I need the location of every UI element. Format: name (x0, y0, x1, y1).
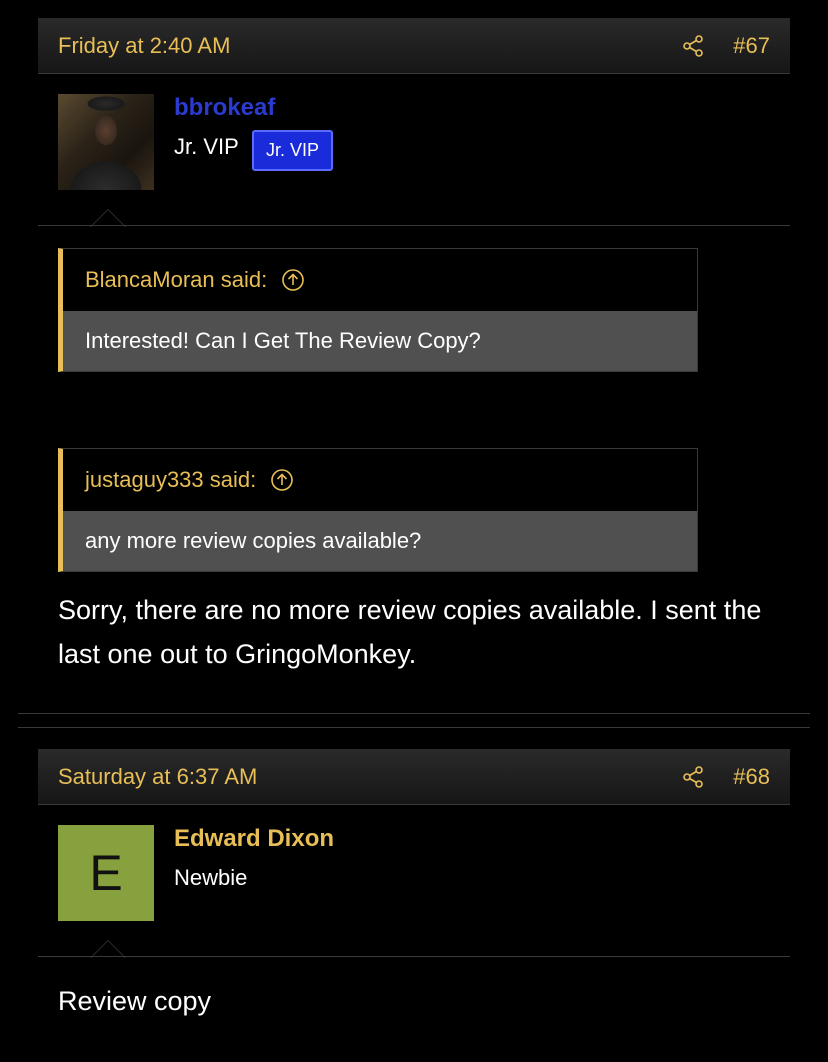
rank-badge: Jr. VIP (252, 130, 334, 171)
post-timestamp[interactable]: Friday at 2:40 AM (58, 33, 230, 59)
divider (38, 225, 790, 226)
user-title: Jr. VIP (174, 134, 239, 159)
post-header: Saturday at 6:37 AM #68 (38, 749, 790, 805)
quote-text: any more review copies available? (63, 511, 697, 571)
quote-header[interactable]: BlancaMoran said: (63, 249, 697, 311)
post-68: Saturday at 6:37 AM #68 E Edward Dixon N… (38, 749, 790, 1016)
post-67: Friday at 2:40 AM #67 bbrokeaf Jr. VIP J… (38, 18, 790, 669)
quote-block: justaguy333 said: any more review copies… (58, 448, 698, 572)
post-timestamp[interactable]: Saturday at 6:37 AM (58, 764, 257, 790)
quote-author[interactable]: BlancaMoran said: (85, 267, 267, 293)
post-separator (18, 727, 810, 728)
quote-text: Interested! Can I Get The Review Copy? (63, 311, 697, 371)
quote-author[interactable]: justaguy333 said: (85, 467, 256, 493)
post-number-link[interactable]: #68 (733, 764, 770, 790)
arrow-up-circle-icon[interactable] (270, 468, 294, 492)
post-separator (18, 713, 810, 714)
post-message: Review copy (58, 986, 212, 1016)
thread-page: Friday at 2:40 AM #67 bbrokeaf Jr. VIP J… (0, 0, 828, 1062)
avatar[interactable] (58, 94, 154, 190)
post-message: Sorry, there are no more review copies a… (58, 595, 762, 669)
user-block: E Edward Dixon Newbie (38, 805, 790, 958)
arrow-up-circle-icon[interactable] (281, 268, 305, 292)
username-link[interactable]: Edward Dixon (174, 825, 334, 853)
username-link[interactable]: bbrokeaf (174, 94, 275, 122)
avatar[interactable]: E (58, 825, 154, 921)
post-number-link[interactable]: #67 (733, 33, 770, 59)
post-header: Friday at 2:40 AM #67 (38, 18, 790, 74)
share-icon[interactable] (681, 765, 705, 789)
quote-header[interactable]: justaguy333 said: (63, 449, 697, 511)
quote-block: BlancaMoran said: Interested! Can I Get … (58, 248, 698, 372)
user-title: Newbie (174, 865, 248, 890)
user-block: bbrokeaf Jr. VIP Jr. VIP (38, 74, 790, 227)
share-icon[interactable] (681, 34, 705, 58)
divider (38, 956, 790, 957)
